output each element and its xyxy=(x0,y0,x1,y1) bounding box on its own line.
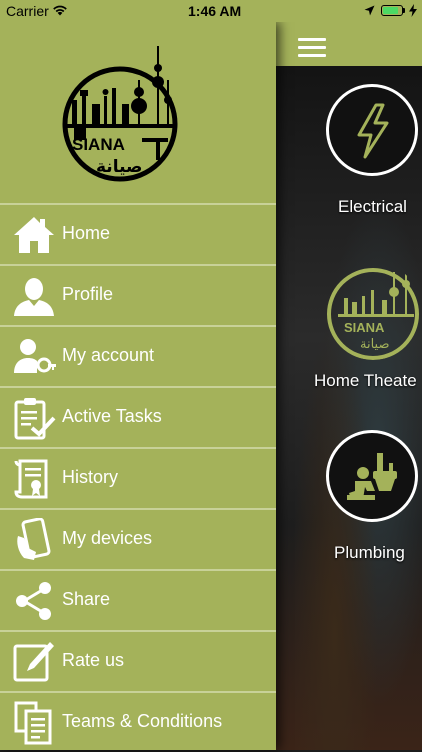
logo-text-latin: SIANA xyxy=(344,320,385,335)
logo-text-arabic: صيانة xyxy=(360,337,390,352)
battery-level xyxy=(383,7,398,14)
menu-label: Rate us xyxy=(62,650,125,670)
phone-hand-icon xyxy=(17,518,51,560)
service-home-theater[interactable]: SIANA صيانة Home Theate xyxy=(276,262,422,402)
service-plumbing[interactable]: Plumbing xyxy=(276,430,422,570)
plumbing-circle xyxy=(326,430,418,522)
menu-label: Active Tasks xyxy=(62,406,162,426)
service-label: Electrical xyxy=(338,197,407,216)
menu-label: History xyxy=(62,467,119,487)
electrical-circle xyxy=(326,84,418,176)
siana-logo: SIANA صيانة xyxy=(62,46,178,182)
menu-item-home[interactable]: Home xyxy=(0,203,276,264)
main-content: Electrical SIANA صيانة Home Theate Plumb… xyxy=(276,0,422,750)
navigation-drawer: SIANA صيانة Home Profile My account Acti… xyxy=(0,22,276,750)
documents-icon xyxy=(14,701,52,745)
menu-label: Share xyxy=(62,589,111,609)
edit-pencil-icon xyxy=(13,642,54,682)
menu-label: My devices xyxy=(62,528,153,548)
menu-label: Teams & Conditions xyxy=(62,711,223,731)
location-arrow-icon xyxy=(364,5,375,16)
wifi-icon xyxy=(53,5,67,16)
service-label: Plumbing xyxy=(334,543,405,562)
menu-item-terms[interactable]: Teams & Conditions xyxy=(0,691,276,752)
battery-icon xyxy=(381,5,403,16)
battery-nub xyxy=(403,8,405,13)
service-electrical[interactable]: Electrical xyxy=(276,84,422,224)
clipboard-check-icon xyxy=(14,398,56,440)
menu-label: Profile xyxy=(62,284,114,304)
logo-text-arabic: صيانة xyxy=(96,157,142,177)
nav-bar xyxy=(276,22,422,66)
menu-item-my-devices[interactable]: My devices xyxy=(0,508,276,569)
carrier-label: Carrier xyxy=(6,3,49,19)
status-bar-left: Carrier 1:46 AM xyxy=(0,0,276,22)
menu-label: My account xyxy=(62,345,155,365)
status-bar: Carrier 1:46 AM xyxy=(0,0,422,22)
menu-item-profile[interactable]: Profile xyxy=(0,264,276,325)
siana-logo-icon: SIANA صيانة xyxy=(327,266,419,360)
drawer-menu: Home Profile My account Active Tasks His… xyxy=(0,203,276,752)
status-time: 1:46 AM xyxy=(188,3,242,19)
menu-item-active-tasks[interactable]: Active Tasks xyxy=(0,386,276,447)
menu-item-share[interactable]: Share xyxy=(0,569,276,630)
home-theater-logo: SIANA صيانة xyxy=(324,262,422,360)
profile-icon xyxy=(14,278,54,316)
menu-item-rate-us[interactable]: Rate us xyxy=(0,630,276,691)
menu-label: Home xyxy=(62,223,111,243)
plumber-icon xyxy=(347,453,397,500)
share-icon xyxy=(16,582,51,620)
logo-text-latin: SIANA xyxy=(72,135,125,154)
charging-bolt-icon xyxy=(409,4,417,17)
hamburger-icon[interactable] xyxy=(298,38,326,58)
menu-item-my-account[interactable]: My account xyxy=(0,325,276,386)
lightning-icon xyxy=(357,103,389,159)
home-icon xyxy=(14,217,54,253)
service-label: Home Theate xyxy=(314,371,417,390)
menu-item-history[interactable]: History xyxy=(0,447,276,508)
scroll-certificate-icon xyxy=(14,459,48,499)
account-key-icon xyxy=(14,339,56,373)
